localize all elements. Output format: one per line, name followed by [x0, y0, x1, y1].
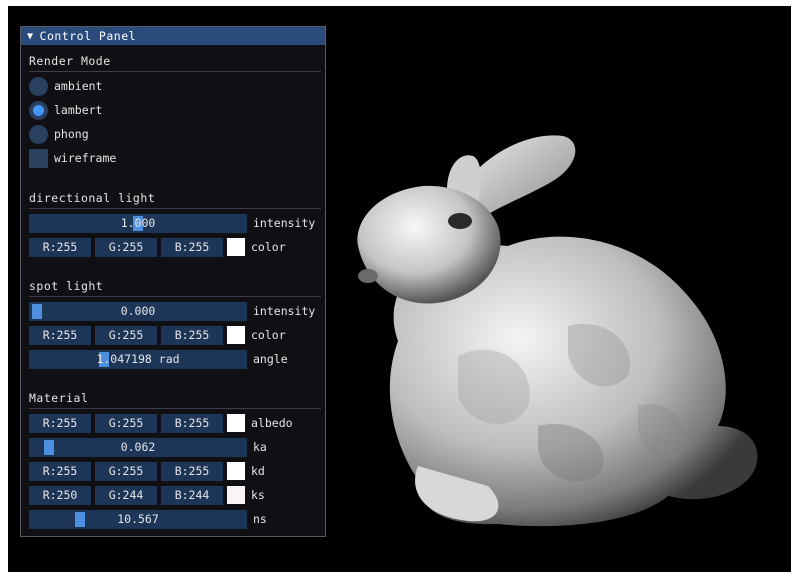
radio-button[interactable]: [29, 124, 48, 144]
color-swatch[interactable]: [227, 326, 245, 344]
row-label: color: [251, 328, 286, 342]
control-panel: ▼ Control Panel Render Mode ambient lamb…: [20, 26, 326, 537]
spot-light-heading: spot light: [29, 279, 104, 293]
radio-button[interactable]: [29, 76, 48, 96]
slider-value: 1.047198 rad: [96, 352, 180, 366]
separator: [29, 296, 321, 297]
color-swatch[interactable]: [227, 238, 245, 256]
slider-grab[interactable]: [32, 303, 42, 319]
radio-ambient[interactable]: ambient: [29, 76, 102, 96]
color-swatch[interactable]: [227, 486, 245, 504]
color-g-field[interactable]: G:255: [95, 461, 157, 481]
spot-angle-slider[interactable]: 1.047198 rad: [29, 349, 247, 369]
bunny-model: [357, 135, 758, 527]
spot-color-row: R:255 G:255 B:255 color: [29, 325, 286, 345]
slider-grab[interactable]: [44, 439, 54, 455]
separator: [29, 208, 321, 209]
slider-value: 0.000: [120, 304, 156, 318]
row-label: angle: [253, 352, 288, 366]
triangle-down-icon[interactable]: ▼: [27, 31, 34, 42]
ns-slider[interactable]: 10.567: [29, 509, 247, 529]
ka-slider[interactable]: 0.062: [29, 437, 247, 457]
slider-grab[interactable]: [75, 511, 85, 527]
directional-intensity-slider[interactable]: 1.000: [29, 213, 247, 233]
panel-title-bar[interactable]: ▼ Control Panel: [21, 27, 325, 45]
radio-button[interactable]: [29, 100, 48, 120]
spot-intensity-slider[interactable]: 0.000: [29, 301, 247, 321]
color-r-field[interactable]: R:255: [29, 461, 91, 481]
radio-lambert[interactable]: lambert: [29, 100, 102, 120]
directional-light-heading: directional light: [29, 191, 156, 205]
checkbox-label: wireframe: [54, 151, 117, 165]
ka-row: 0.062 ka: [29, 437, 267, 457]
ks-row: R:250 G:244 B:244 ks: [29, 485, 265, 505]
color-g-field[interactable]: G:255: [95, 237, 157, 257]
color-r-field[interactable]: R:250: [29, 485, 91, 505]
color-r-field[interactable]: R:255: [29, 413, 91, 433]
spot-intensity-row: 0.000 intensity: [29, 301, 315, 321]
kd-row: R:255 G:255 B:255 kd: [29, 461, 265, 481]
directional-color-row: R:255 G:255 B:255 color: [29, 237, 286, 257]
color-b-field[interactable]: B:255: [161, 237, 223, 257]
color-b-field[interactable]: B:244: [161, 485, 223, 505]
color-b-field[interactable]: B:255: [161, 461, 223, 481]
color-g-field[interactable]: G:255: [95, 413, 157, 433]
material-heading: Material: [29, 391, 89, 405]
color-swatch[interactable]: [227, 462, 245, 480]
color-b-field[interactable]: B:255: [161, 413, 223, 433]
color-swatch[interactable]: [227, 414, 245, 432]
row-label: ks: [251, 488, 265, 502]
color-r-field[interactable]: R:255: [29, 237, 91, 257]
row-label: ka: [253, 440, 267, 454]
color-g-field[interactable]: G:255: [95, 325, 157, 345]
radio-label: ambient: [54, 79, 103, 93]
slider-value: 10.567: [117, 512, 159, 526]
separator: [29, 408, 321, 409]
row-label: color: [251, 240, 286, 254]
radio-selected-dot: [33, 104, 44, 116]
color-g-field[interactable]: G:244: [95, 485, 157, 505]
row-label: albedo: [251, 416, 293, 430]
row-label: ns: [253, 512, 267, 526]
row-label: intensity: [253, 216, 316, 230]
radio-label: lambert: [54, 103, 103, 117]
albedo-row: R:255 G:255 B:255 albedo: [29, 413, 293, 433]
directional-intensity-row: 1.000 intensity: [29, 213, 315, 233]
spot-angle-row: 1.047198 rad angle: [29, 349, 288, 369]
panel-title: Control Panel: [39, 29, 137, 43]
row-label: intensity: [253, 304, 316, 318]
slider-value: 0.062: [120, 440, 156, 454]
checkbox[interactable]: [29, 148, 48, 168]
render-mode-heading: Render Mode: [29, 54, 111, 68]
color-b-field[interactable]: B:255: [161, 325, 223, 345]
checkbox-wireframe[interactable]: wireframe: [29, 148, 116, 168]
slider-value: 1.000: [120, 216, 156, 230]
radio-label: phong: [54, 127, 89, 141]
row-label: kd: [251, 464, 265, 478]
separator: [29, 71, 321, 72]
ns-row: 10.567 ns: [29, 509, 267, 529]
color-r-field[interactable]: R:255: [29, 325, 91, 345]
radio-phong[interactable]: phong: [29, 124, 89, 144]
